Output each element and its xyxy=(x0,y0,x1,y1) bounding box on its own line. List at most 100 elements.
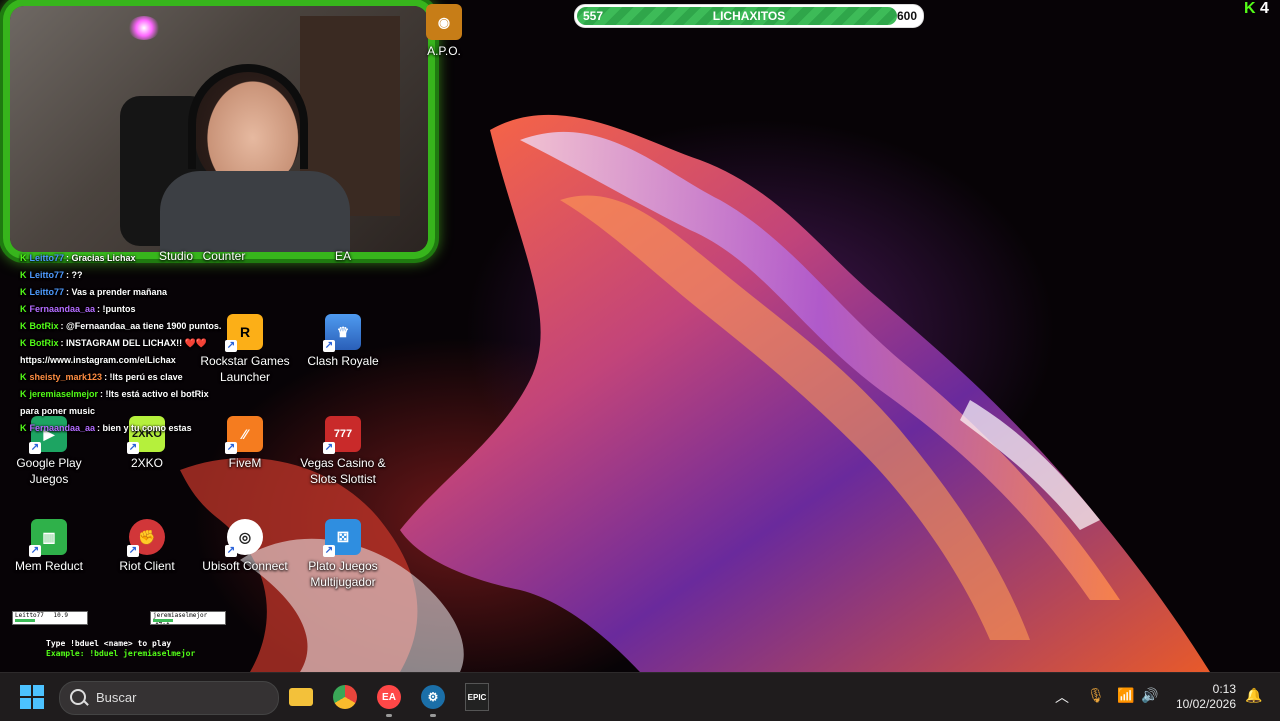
search-text: Buscar xyxy=(96,690,137,705)
kick-icon: K xyxy=(20,372,27,382)
chat-message: K Leitto77: Gracias Lichax xyxy=(20,250,230,267)
chat-username[interactable]: Fernaandaa_aa xyxy=(30,423,96,433)
running-indicator xyxy=(386,714,392,717)
taskbar-search[interactable]: Buscar xyxy=(59,681,279,715)
desktop-icon-plato[interactable]: ⚄ ↗ Plato Juegos Multijugador xyxy=(295,519,391,590)
chat-text: : @Fernaandaa_aa tiene 1900 puntos. xyxy=(60,321,222,331)
chrome-icon xyxy=(333,685,357,709)
running-indicator xyxy=(430,714,436,717)
kick-icon: K xyxy=(20,287,27,297)
desktop-icon-ea[interactable]: EA xyxy=(295,248,391,264)
kick-logo: K 4 xyxy=(1244,0,1269,18)
icon-label: Riot Client xyxy=(119,559,175,573)
chat-text: : !lts perú es clave xyxy=(104,372,183,382)
windows-logo-pane xyxy=(33,685,44,696)
icon-label: EA xyxy=(334,249,351,263)
chat-message: K Fernaandaa_aa: !puntos xyxy=(20,301,230,318)
chat-username[interactable]: sheisty_mark123 xyxy=(30,372,103,382)
desktop-icon-apo[interactable]: ◉ A.P.O. xyxy=(396,4,492,59)
chat-username[interactable]: BotRix xyxy=(30,321,59,331)
kick-icon: K xyxy=(1244,0,1256,17)
webcam-person-body xyxy=(160,171,350,252)
plato-icon: ⚄ ↗ xyxy=(323,519,361,557)
windows-logo-pane xyxy=(33,698,44,709)
app-icon: ◉ xyxy=(426,4,462,40)
webcam-feed xyxy=(10,6,428,252)
kick-icon: K xyxy=(20,304,27,314)
chat-message: K BotRix: INSTAGRAM DEL LICHAX!! ❤️❤️ htt… xyxy=(20,335,230,369)
duel-help-line: Type !bduel <name> to play xyxy=(46,639,172,648)
chat-message: Ksheisty_mark123: !lts perú es clave xyxy=(20,369,230,386)
desktop-icon-clash-royale[interactable]: ♛ ↗ Clash Royale xyxy=(295,314,391,369)
notifications-icon[interactable]: 🔔 xyxy=(1245,687,1262,704)
chat-username[interactable]: BotRix xyxy=(30,338,59,348)
webcam-headphones xyxy=(188,64,308,169)
desktop-icon-mem-reduct[interactable]: ▥ ↗ Mem Reduct xyxy=(1,519,97,574)
fivem-icon: ⁄⁄ ↗ xyxy=(225,416,263,454)
chat-message: K Leitto77: ?? xyxy=(20,267,230,284)
chat-text: : Vas a prender mañana xyxy=(66,287,168,297)
desktop: ◉ A.P.O. Studio Counter EA R ↗ Rockstar G… xyxy=(0,0,1280,672)
start-button[interactable] xyxy=(20,685,44,709)
riot-client-icon: ✊ ↗ xyxy=(127,519,165,557)
duel-card: jeremiaselmejor 14.1 xyxy=(150,611,226,626)
kick-icon: K xyxy=(20,321,27,331)
icon-label: Vegas Casino & Slots Slottist xyxy=(300,456,386,486)
kick-icon: K xyxy=(20,389,27,399)
duel-help: Type !bduel <name> to play Example: !bdu… xyxy=(46,639,195,659)
chat-username[interactable]: Leitto77 xyxy=(30,270,65,280)
duel-health-bar xyxy=(153,619,173,622)
desktop-icon-vegas-casino[interactable]: 777 ↗ Vegas Casino & Slots Slottist xyxy=(295,416,391,487)
chat-message: Kjeremiaselmejor: !lts está activo el bo… xyxy=(20,386,230,420)
vegas-casino-icon: 777 ↗ xyxy=(323,416,361,454)
volume-icon[interactable]: 🔊 xyxy=(1141,687,1158,704)
icon-label: 2XKO xyxy=(130,456,163,470)
clock-time: 0:13 xyxy=(1212,682,1236,696)
epic-games-icon: EPIC xyxy=(465,683,489,711)
wifi-icon[interactable]: 📶 xyxy=(1117,687,1134,704)
taskbar-epic-games[interactable]: EPIC xyxy=(463,683,491,711)
chevron-up-icon[interactable]: ︿ xyxy=(1055,687,1069,707)
icon-label: Ubisoft Connect xyxy=(202,559,288,573)
taskbar-file-explorer[interactable] xyxy=(287,683,315,711)
taskbar: Buscar EA ⚙ EPIC ︿ 🎙 📶 🔊 0:13 10/02/2026… xyxy=(0,672,1280,721)
kick-icon: K xyxy=(20,270,27,280)
windows-logo-pane xyxy=(20,685,31,696)
goal-label: LICHAXITOS xyxy=(712,9,786,23)
clock-date: 10/02/2026 xyxy=(1175,697,1236,711)
desktop-icon-ubisoft-connect[interactable]: ◎ ↗ Ubisoft Connect xyxy=(197,519,293,574)
taskbar-ea[interactable]: EA xyxy=(375,683,403,717)
icon-label: FiveM xyxy=(228,456,262,470)
windows-logo-pane xyxy=(20,698,31,709)
rockstar-icon: R ↗ xyxy=(225,314,263,352)
goal-target: 600 xyxy=(896,9,917,23)
taskbar-chrome[interactable] xyxy=(331,683,359,711)
chat-username[interactable]: Leitto77 xyxy=(30,287,65,297)
ea-icon: EA xyxy=(377,685,401,709)
chat-text: : Gracias Lichax xyxy=(66,253,136,263)
subscriber-goal-bar: 557 LICHAXITOS 600 xyxy=(574,4,924,28)
icon-label: Google Play Juegos xyxy=(16,456,82,486)
kick-icon: K xyxy=(20,338,27,348)
chat-username[interactable]: jeremiaselmejor xyxy=(30,389,99,399)
taskbar-steam[interactable]: ⚙ xyxy=(419,683,447,717)
chat-message: K Fernaandaa_aa: bien y tu como estas xyxy=(20,420,230,437)
mem-reduct-icon: ▥ ↗ xyxy=(29,519,67,557)
duel-value: 10.9 xyxy=(53,612,68,619)
desktop-icon-riot-client[interactable]: ✊ ↗ Riot Client xyxy=(99,519,195,574)
system-clock[interactable]: 0:13 10/02/2026 xyxy=(1176,682,1236,712)
microphone-icon[interactable]: 🎙 xyxy=(1087,687,1105,704)
clash-royale-icon: ♛ ↗ xyxy=(323,314,361,352)
chat-username[interactable]: Fernaandaa_aa xyxy=(30,304,96,314)
chat-text: : ?? xyxy=(66,270,83,280)
kick-icon: K xyxy=(20,253,27,263)
chat-text: : !puntos xyxy=(97,304,136,314)
duel-name: jeremiaselmejor xyxy=(153,612,208,619)
icon-label: Plato Juegos Multijugador xyxy=(308,559,378,589)
chat-username[interactable]: Leitto77 xyxy=(30,253,65,263)
ubisoft-connect-icon: ◎ ↗ xyxy=(225,519,263,557)
webcam-ceiling-light xyxy=(128,16,160,40)
stream-chat: K Leitto77: Gracias Lichax K Leitto77: ?? K L… xyxy=(20,250,230,437)
duel-health-bar xyxy=(15,619,35,622)
steam-icon: ⚙ xyxy=(421,685,445,709)
